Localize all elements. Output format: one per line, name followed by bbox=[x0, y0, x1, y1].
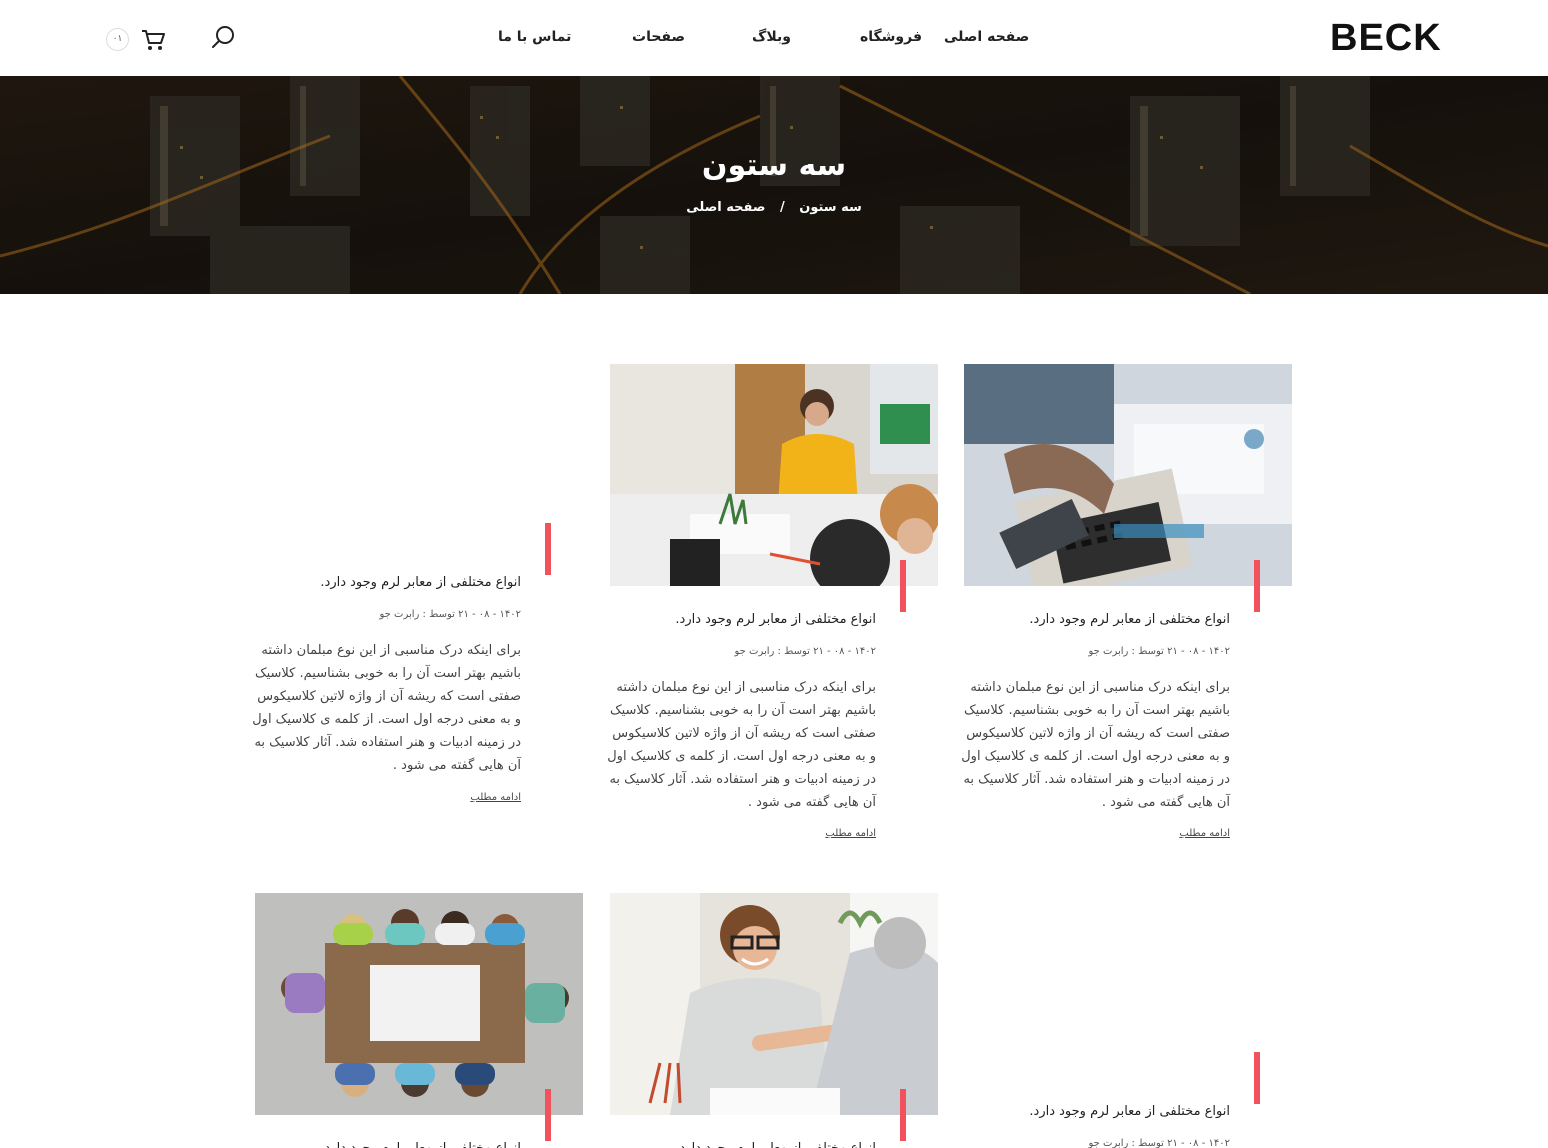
blog-post-card: انواع مختلفی از معابر لرم وجود دارد. ۱۴۰… bbox=[607, 364, 938, 864]
blog-post-card: انواع مختلفی از معابر لرم وجود دارد. ۱۴۰… bbox=[961, 364, 1292, 864]
blog-post-card: انواع مختلفی از معابر لرم وجود دارد. ۱۴۰… bbox=[252, 364, 583, 824]
nav-pages[interactable]: صفحات bbox=[632, 26, 685, 48]
nav-contact[interactable]: تماس با ما bbox=[498, 26, 571, 48]
breadcrumb: سه ستون / صفحه اصلی bbox=[0, 198, 1548, 218]
post-meta: ۱۴۰۲ - ۰۸ - ۲۱ توسط : رابرت جو bbox=[734, 646, 877, 657]
post-meta: ۱۴۰۲ - ۰۸ - ۲۱ توسط : رابرت جو bbox=[1088, 646, 1231, 657]
search-icon[interactable] bbox=[210, 24, 238, 52]
accent-bar bbox=[545, 523, 551, 575]
post-title[interactable]: انواع مختلفی از معابر لرم وجود دارد. bbox=[675, 610, 876, 630]
nav-blog[interactable]: وبلاگ bbox=[752, 26, 791, 48]
site-header: BECK صفحه اصلی فروشگاه وبلاگ صفحات تماس … bbox=[0, 0, 1548, 76]
post-image[interactable] bbox=[964, 364, 1292, 586]
site-logo[interactable]: BECK bbox=[1330, 18, 1442, 58]
post-excerpt: برای اینکه درک مناسبی از این نوع مبلمان … bbox=[961, 680, 1230, 810]
breadcrumb-separator: / bbox=[779, 200, 785, 215]
read-more-link[interactable]: ادامه مطلب bbox=[1179, 828, 1230, 839]
blog-post-card: انواع مختلفی از معابر لرم وجود دارد. ۱۴۰… bbox=[964, 893, 1292, 1148]
post-image[interactable] bbox=[610, 893, 938, 1115]
post-excerpt: برای اینکه درک مناسبی از این نوع مبلمان … bbox=[607, 680, 876, 810]
blog-post-card: انواع مختلفی از معابر لرم وجود دارد. bbox=[255, 893, 583, 1148]
post-meta: ۱۴۰۲ - ۰۸ - ۲۱ توسط : رابرت جو bbox=[1088, 1138, 1231, 1148]
breadcrumb-home[interactable]: صفحه اصلی bbox=[686, 200, 765, 215]
accent-bar bbox=[1254, 1052, 1260, 1104]
breadcrumb-current: سه ستون bbox=[799, 200, 862, 215]
nav-shop[interactable]: فروشگاه bbox=[860, 26, 922, 48]
post-image[interactable] bbox=[610, 364, 938, 586]
cart-count-badge: ۰۱ bbox=[106, 28, 129, 51]
post-title[interactable]: انواع مختلفی از معابر لرم وجود دارد. bbox=[675, 1139, 876, 1148]
cart-icon[interactable] bbox=[140, 28, 166, 52]
post-title[interactable]: انواع مختلفی از معابر لرم وجود دارد. bbox=[1029, 1102, 1230, 1122]
hero-banner: سه ستون سه ستون / صفحه اصلی bbox=[0, 76, 1548, 294]
read-more-link[interactable]: ادامه مطلب bbox=[470, 792, 521, 803]
accent-bar bbox=[900, 560, 906, 612]
page-title: سه ستون bbox=[701, 148, 847, 183]
read-more-link[interactable]: ادامه مطلب bbox=[825, 828, 876, 839]
blog-post-card: انواع مختلفی از معابر لرم وجود دارد. bbox=[610, 893, 938, 1148]
accent-bar bbox=[545, 1089, 551, 1141]
post-meta: ۱۴۰۲ - ۰۸ - ۲۱ توسط : رابرت جو bbox=[379, 609, 522, 620]
post-excerpt: برای اینکه درک مناسبی از این نوع مبلمان … bbox=[252, 643, 521, 773]
post-title[interactable]: انواع مختلفی از معابر لرم وجود دارد. bbox=[1029, 610, 1230, 630]
nav-home[interactable]: صفحه اصلی bbox=[944, 26, 1029, 48]
post-image[interactable] bbox=[255, 893, 583, 1115]
accent-bar bbox=[900, 1089, 906, 1141]
post-title[interactable]: انواع مختلفی از معابر لرم وجود دارد. bbox=[320, 573, 521, 593]
post-title[interactable]: انواع مختلفی از معابر لرم وجود دارد. bbox=[320, 1139, 521, 1148]
accent-bar bbox=[1254, 560, 1260, 612]
